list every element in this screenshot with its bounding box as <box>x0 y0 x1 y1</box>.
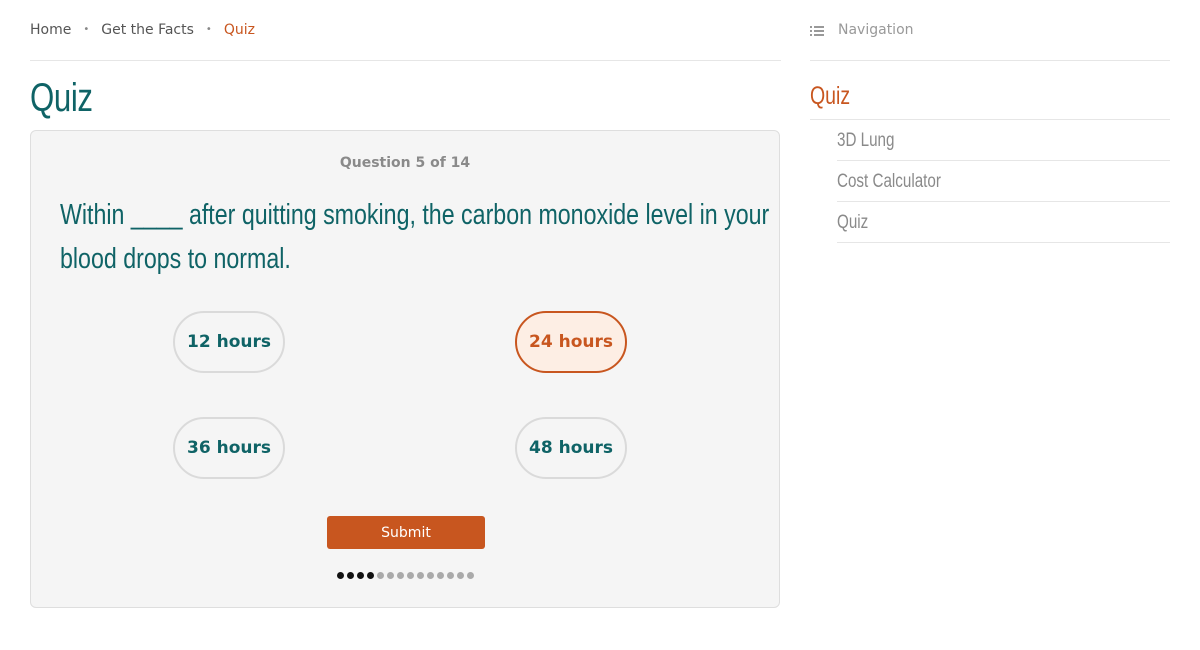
quiz-card: Question 5 of 14 Within ____ after quitt… <box>30 130 780 608</box>
breadcrumb: Home • Get the Facts • Quiz <box>30 20 781 61</box>
sidebar-nav-list: 3D Lung Cost Calculator Quiz <box>837 120 1170 243</box>
progress-dot <box>366 572 374 579</box>
sidebar-item-label: Quiz <box>837 212 869 233</box>
navigation-label: Navigation <box>838 22 914 38</box>
sidebar-item-quiz[interactable]: Quiz <box>837 202 1170 243</box>
answer-option-12-hours[interactable]: 12 hours <box>173 311 285 373</box>
progress-dot <box>406 572 414 579</box>
sidebar-current-section: Quiz <box>810 76 1170 120</box>
progress-dot <box>396 572 404 579</box>
page: Home • Get the Facts • Quiz Quiz Questio… <box>0 0 1200 650</box>
answer-option-36-hours[interactable]: 36 hours <box>173 417 285 479</box>
progress-dot <box>336 572 344 579</box>
submit-button[interactable]: Submit <box>327 516 485 549</box>
progress-dot <box>456 572 464 579</box>
sidebar-item-cost-calculator[interactable]: Cost Calculator <box>837 161 1170 202</box>
question-text: Within ____ after quitting smoking, the … <box>60 199 770 275</box>
progress-dot <box>356 572 364 579</box>
page-title: Quiz <box>30 76 93 120</box>
sidebar-current-label: Quiz <box>810 82 851 110</box>
breadcrumb-current: Quiz <box>223 22 255 38</box>
sidebar-item-label: Cost Calculator <box>837 171 941 192</box>
progress-dot <box>386 572 394 579</box>
breadcrumb-home[interactable]: Home <box>30 20 71 40</box>
navigation-header[interactable]: Navigation <box>810 20 1170 61</box>
question-counter: Question 5 of 14 <box>339 155 471 171</box>
breadcrumb-separator: • <box>205 24 212 35</box>
breadcrumb-separator: • <box>83 24 90 35</box>
list-icon <box>810 20 824 40</box>
sidebar-item-label: 3D Lung <box>837 130 895 151</box>
breadcrumb-get-the-facts[interactable]: Get the Facts <box>101 20 194 40</box>
progress-dot <box>436 572 444 579</box>
progress-dot <box>426 572 434 579</box>
answer-option-48-hours[interactable]: 48 hours <box>515 417 627 479</box>
progress-dot <box>346 572 354 579</box>
progress-dot <box>376 572 384 579</box>
sidebar-item-3d-lung[interactable]: 3D Lung <box>837 120 1170 161</box>
progress-dot <box>446 572 454 579</box>
progress-indicator <box>31 572 779 579</box>
answer-option-24-hours[interactable]: 24 hours <box>515 311 627 373</box>
progress-dot <box>466 572 474 579</box>
progress-dot <box>416 572 424 579</box>
